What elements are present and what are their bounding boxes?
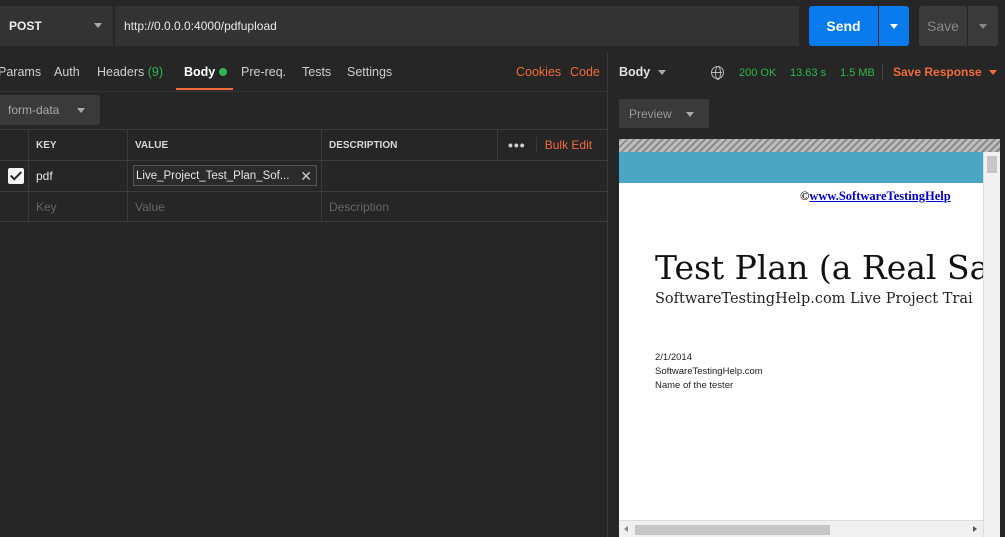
chevron-down-icon — [890, 24, 898, 29]
save-options-button[interactable] — [968, 6, 998, 46]
value-input[interactable]: Value — [127, 192, 321, 222]
column-header-key: KEY — [28, 130, 127, 160]
header-check-cell — [0, 130, 28, 160]
pdf-horizontal-scrollbar[interactable] — [619, 520, 983, 537]
globe-icon[interactable] — [711, 66, 724, 80]
chevron-down-icon — [658, 70, 667, 76]
pdf-header-band — [619, 152, 983, 183]
pdf-vertical-scrollbar[interactable] — [983, 152, 1000, 537]
key-input[interactable]: Key — [28, 192, 127, 222]
more-options-icon[interactable]: ••• — [508, 137, 526, 153]
view-mode-select[interactable]: Preview — [619, 99, 709, 128]
url-text: http://0.0.0.0:4000/pdfupload — [124, 19, 277, 33]
table-actions: ••• Bulk Edit — [497, 130, 608, 160]
copyright-link[interactable]: www.SoftwareTestingHelp — [809, 189, 950, 203]
description-cell[interactable] — [321, 161, 497, 191]
table-row: pdf Live_Project_Test_Plan_Sof... ✕ — [0, 160, 608, 191]
request-bar: POST http://0.0.0.0:4000/pdfupload Send … — [0, 0, 1005, 52]
file-chip[interactable]: Live_Project_Test_Plan_Sof... ✕ — [133, 165, 317, 186]
tab-headers-label: Headers — [97, 65, 145, 79]
pdf-copyright: ©www.SoftwareTestingHelp — [800, 189, 951, 204]
scroll-left-icon[interactable] — [624, 526, 628, 532]
pdf-top-border — [619, 139, 1000, 152]
chevron-down-icon — [686, 112, 694, 117]
file-name: Live_Project_Test_Plan_Sof... — [136, 169, 290, 182]
divider — [882, 64, 883, 81]
pdf-tester: Name of the tester — [655, 380, 734, 391]
row-check-cell — [0, 192, 28, 222]
tab-settings[interactable]: Settings — [347, 65, 392, 79]
body-mode-select[interactable]: form-data — [0, 95, 100, 125]
request-tabs: Params Auth Headers (9) Body Pre-req. Te… — [0, 52, 608, 92]
table-row-new: Key Value Description — [0, 191, 608, 222]
cookies-link[interactable]: Cookies — [516, 65, 561, 79]
value-cell: Live_Project_Test_Plan_Sof... ✕ — [127, 161, 321, 191]
response-time[interactable]: 13.63 s — [790, 67, 826, 79]
close-icon[interactable]: ✕ — [300, 168, 312, 185]
chevron-down-icon — [988, 70, 997, 76]
request-panel: Params Auth Headers (9) Body Pre-req. Te… — [0, 52, 608, 537]
response-body-select[interactable]: Body — [619, 65, 667, 79]
column-header-description: DESCRIPTION — [321, 130, 497, 160]
method-label: POST — [9, 19, 42, 33]
tab-prereq[interactable]: Pre-req. — [241, 65, 286, 79]
response-size[interactable]: 1.5 MB — [840, 67, 875, 79]
headers-count-badge: (9) — [147, 65, 164, 79]
pdf-subtitle: SoftwareTestingHelp.com Live Project Tra… — [655, 291, 973, 307]
copyright-symbol: © — [800, 189, 810, 203]
chevron-down-icon — [94, 23, 102, 28]
chevron-down-icon — [979, 24, 987, 29]
tab-headers[interactable]: Headers (9) — [97, 65, 163, 79]
send-options-button[interactable] — [879, 6, 909, 46]
save-button[interactable]: Save — [919, 6, 967, 46]
response-body-label: Body — [619, 65, 651, 79]
scrollbar-thumb[interactable] — [987, 156, 997, 173]
divider — [535, 137, 537, 153]
pdf-site: SoftwareTestingHelp.com — [655, 366, 763, 377]
tab-auth[interactable]: Auth — [54, 65, 80, 79]
pdf-preview[interactable]: ©www.SoftwareTestingHelp Test Plan (a Re… — [619, 139, 1000, 537]
table-header-row: KEY VALUE DESCRIPTION ••• Bulk Edit — [0, 129, 608, 160]
body-mode-label: form-data — [8, 103, 60, 117]
method-select[interactable]: POST — [0, 6, 113, 46]
status-code[interactable]: 200 OK — [739, 67, 776, 79]
form-data-table: KEY VALUE DESCRIPTION ••• Bulk Edit pdf … — [0, 129, 608, 222]
key-cell[interactable]: pdf — [28, 161, 127, 191]
tab-params[interactable]: Params — [0, 65, 41, 79]
response-header: Body 200 OK 13.63 s 1.5 MB Save Response — [609, 52, 1005, 92]
pdf-title: Test Plan (a Real Sam — [655, 248, 1000, 287]
column-header-value: VALUE — [127, 130, 321, 160]
row-check-cell — [0, 161, 28, 191]
save-response-button[interactable]: Save Response — [893, 65, 997, 79]
description-input[interactable]: Description — [321, 192, 497, 222]
pdf-date: 2/1/2014 — [655, 352, 692, 363]
body-indicator-dot — [219, 67, 228, 76]
tab-body[interactable]: Body — [184, 65, 228, 79]
code-link[interactable]: Code — [570, 65, 600, 79]
chevron-down-icon — [77, 108, 85, 113]
response-panel: Body 200 OK 13.63 s 1.5 MB Save Response… — [609, 52, 1005, 537]
send-button[interactable]: Send — [809, 6, 878, 46]
save-response-label: Save Response — [893, 65, 982, 79]
row-enabled-checkbox[interactable] — [8, 168, 24, 184]
scroll-right-icon[interactable] — [973, 526, 977, 532]
tab-body-label: Body — [184, 65, 216, 79]
scrollbar-thumb[interactable] — [635, 525, 830, 535]
view-mode-label: Preview — [629, 106, 672, 121]
active-tab-indicator — [176, 88, 233, 90]
url-input[interactable]: http://0.0.0.0:4000/pdfupload — [115, 6, 799, 46]
tab-tests[interactable]: Tests — [302, 65, 331, 79]
bulk-edit-link[interactable]: Bulk Edit — [545, 138, 592, 152]
